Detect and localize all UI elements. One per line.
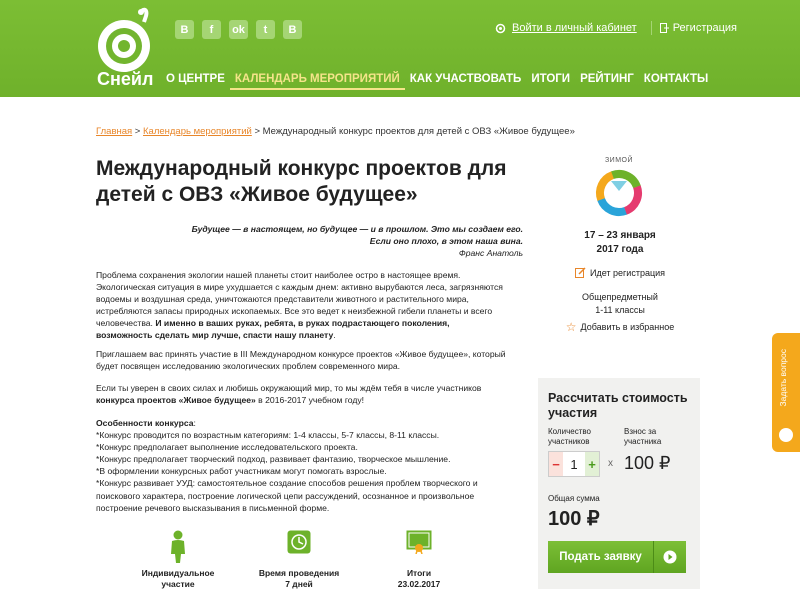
paragraph-call: Если ты уверен в своих силах и любишь ок… — [96, 382, 506, 406]
help-icon — [779, 428, 793, 442]
nav-calendar[interactable]: КАЛЕНДАРЬ МЕРОПРИЯТИЙ — [229, 73, 405, 90]
epigraph: Будущее — в настоящем, но будущее — и в … — [150, 223, 523, 259]
list-item: *Конкурс предполагает выполнение исследо… — [96, 442, 358, 453]
total-label: Общая сумма — [548, 494, 600, 503]
fee-label-line: Взнос за — [624, 427, 657, 436]
page-title: Международный конкурс проектов для детей… — [96, 157, 507, 206]
feature-value: 7 дней — [285, 579, 313, 589]
divider — [650, 21, 652, 35]
site-header: Снейл B f ok t B Войти в личный кабинет … — [0, 0, 800, 97]
edit-icon — [574, 267, 586, 278]
quote-line-2: Если оно плохо, в этом наша вина. — [369, 236, 523, 246]
increment-button[interactable]: + — [585, 452, 599, 476]
list-item: *В оформлении конкурсных работ участника… — [96, 466, 387, 477]
nav-about[interactable]: О ЦЕНТРЕ — [161, 73, 230, 90]
fee-label: Взнос за участника — [624, 427, 661, 447]
quote-line-1: Будущее — в настоящем, но будущее — и в … — [191, 224, 523, 234]
feature-value: 23.02.2017 — [397, 579, 441, 589]
arrow-right-icon — [653, 541, 686, 573]
registration-status: Идет регистрация — [560, 267, 680, 278]
login-link[interactable]: Войти в личный кабинет — [512, 22, 637, 34]
vk-icon[interactable]: B — [175, 20, 194, 39]
decrement-button[interactable]: − — [549, 452, 563, 476]
features-title: Особенности конкурса — [96, 418, 194, 428]
odnoklassniki-icon[interactable]: ok — [229, 20, 248, 39]
ask-question-tab[interactable]: Задать вопрос — [772, 333, 800, 452]
person-icon — [171, 530, 185, 563]
breadcrumb-home[interactable]: Главная — [96, 126, 132, 137]
paragraph-invitation: Приглашаем вас принять участие в III Меж… — [96, 349, 506, 372]
nav-results[interactable]: ИТОГИ — [526, 73, 575, 90]
twitter-icon[interactable]: t — [256, 20, 275, 39]
features-list: Особенности конкурса: *Конкурс проводитс… — [96, 417, 506, 514]
add-to-favorites-label[interactable]: Добавить в избранное — [581, 322, 675, 332]
facebook-icon[interactable]: f — [202, 20, 221, 39]
ask-question-label: Задать вопрос — [778, 349, 788, 407]
fee-label-line: участника — [624, 437, 662, 446]
quantity-stepper: − 1 + — [548, 451, 600, 477]
feature-title: Итоги — [406, 568, 432, 578]
logo-text[interactable]: Снейл — [97, 69, 153, 90]
event-dates-year: 2017 года — [596, 244, 644, 255]
cost-calculator: Рассчитать стоимость участия Количество … — [538, 378, 700, 589]
login-icon — [495, 23, 506, 33]
season-label: ЗИМОЙ — [604, 157, 634, 164]
calculator-title: Рассчитать стоимость участия — [548, 391, 688, 420]
register-icon — [659, 23, 669, 33]
main-nav: О ЦЕНТРЕ КАЛЕНДАРЬ МЕРОПРИЯТИЙ КАК УЧАСТ… — [161, 73, 713, 90]
quantity-label-line: Количество — [548, 427, 591, 436]
add-to-favorites[interactable]: ☆ Добавить в избранное — [560, 320, 680, 334]
star-icon: ☆ — [565, 320, 577, 334]
feature-value: участие — [161, 579, 195, 589]
paragraph-text: Если ты уверен в своих силах и любишь ок… — [96, 383, 482, 393]
quantity-label: Количество участников — [548, 427, 591, 447]
registration-status-text: Идет регистрация — [589, 267, 666, 278]
season-wheel-icon — [596, 170, 642, 216]
apply-button-label: Подать заявку — [559, 551, 642, 563]
blogger-icon[interactable]: B — [283, 20, 302, 39]
nav-how-to-participate[interactable]: КАК УЧАСТВОВАТЬ — [405, 73, 527, 90]
auth-links: Войти в личный кабинет Регистрация — [495, 21, 737, 35]
breadcrumb-sep: > — [251, 126, 263, 137]
event-category: Общепредметный 1-11 классы — [560, 291, 680, 317]
register-link[interactable]: Регистрация — [673, 22, 737, 34]
certificate-icon — [406, 530, 432, 554]
paragraph-emphasis: конкурса проектов «Живое будущее» — [96, 395, 256, 406]
quote-author: Франс Анатоль — [458, 248, 523, 258]
breadcrumb-calendar[interactable]: Календарь мероприятий — [143, 126, 252, 137]
fee-value: 100 ₽ — [624, 453, 671, 473]
breadcrumb: Главная > Календарь мероприятий > Междун… — [96, 126, 575, 137]
event-dates: 17 – 23 января 2017 года — [560, 229, 680, 257]
quantity-input[interactable]: 1 — [563, 457, 585, 472]
clock-icon — [287, 530, 311, 554]
list-item: *Конкурс проводится по возрастным катего… — [96, 430, 440, 441]
breadcrumb-current: Международный конкурс проектов для детей… — [262, 126, 575, 137]
apply-button[interactable]: Подать заявку — [548, 541, 686, 573]
event-subject: Общепредметный — [582, 292, 658, 302]
nav-rating[interactable]: РЕЙТИНГ — [575, 73, 639, 90]
social-links: B f ok t B — [175, 20, 302, 39]
feature-title: Время проведения — [258, 568, 340, 578]
breadcrumb-sep: > — [132, 126, 143, 137]
event-grades: 1-11 классы — [595, 305, 645, 315]
total-value: 100 ₽ — [548, 508, 600, 530]
paragraph-text: в 2016-2017 учебном году! — [255, 395, 365, 406]
nav-contacts[interactable]: КОНТАКТЫ — [639, 73, 713, 90]
multiply-sign: x — [608, 458, 613, 469]
event-dates-range: 17 – 23 января — [584, 230, 656, 241]
list-item: *Конкурс предполагает творческий подход,… — [96, 454, 451, 465]
list-item: *Конкурс развивает УУД: самостоятельное … — [96, 478, 478, 513]
feature-title: Индивидуальное — [141, 568, 215, 578]
paragraph-intro: Проблема сохранения экологии нашей плане… — [96, 270, 503, 341]
quantity-label-line: участников — [548, 437, 590, 446]
